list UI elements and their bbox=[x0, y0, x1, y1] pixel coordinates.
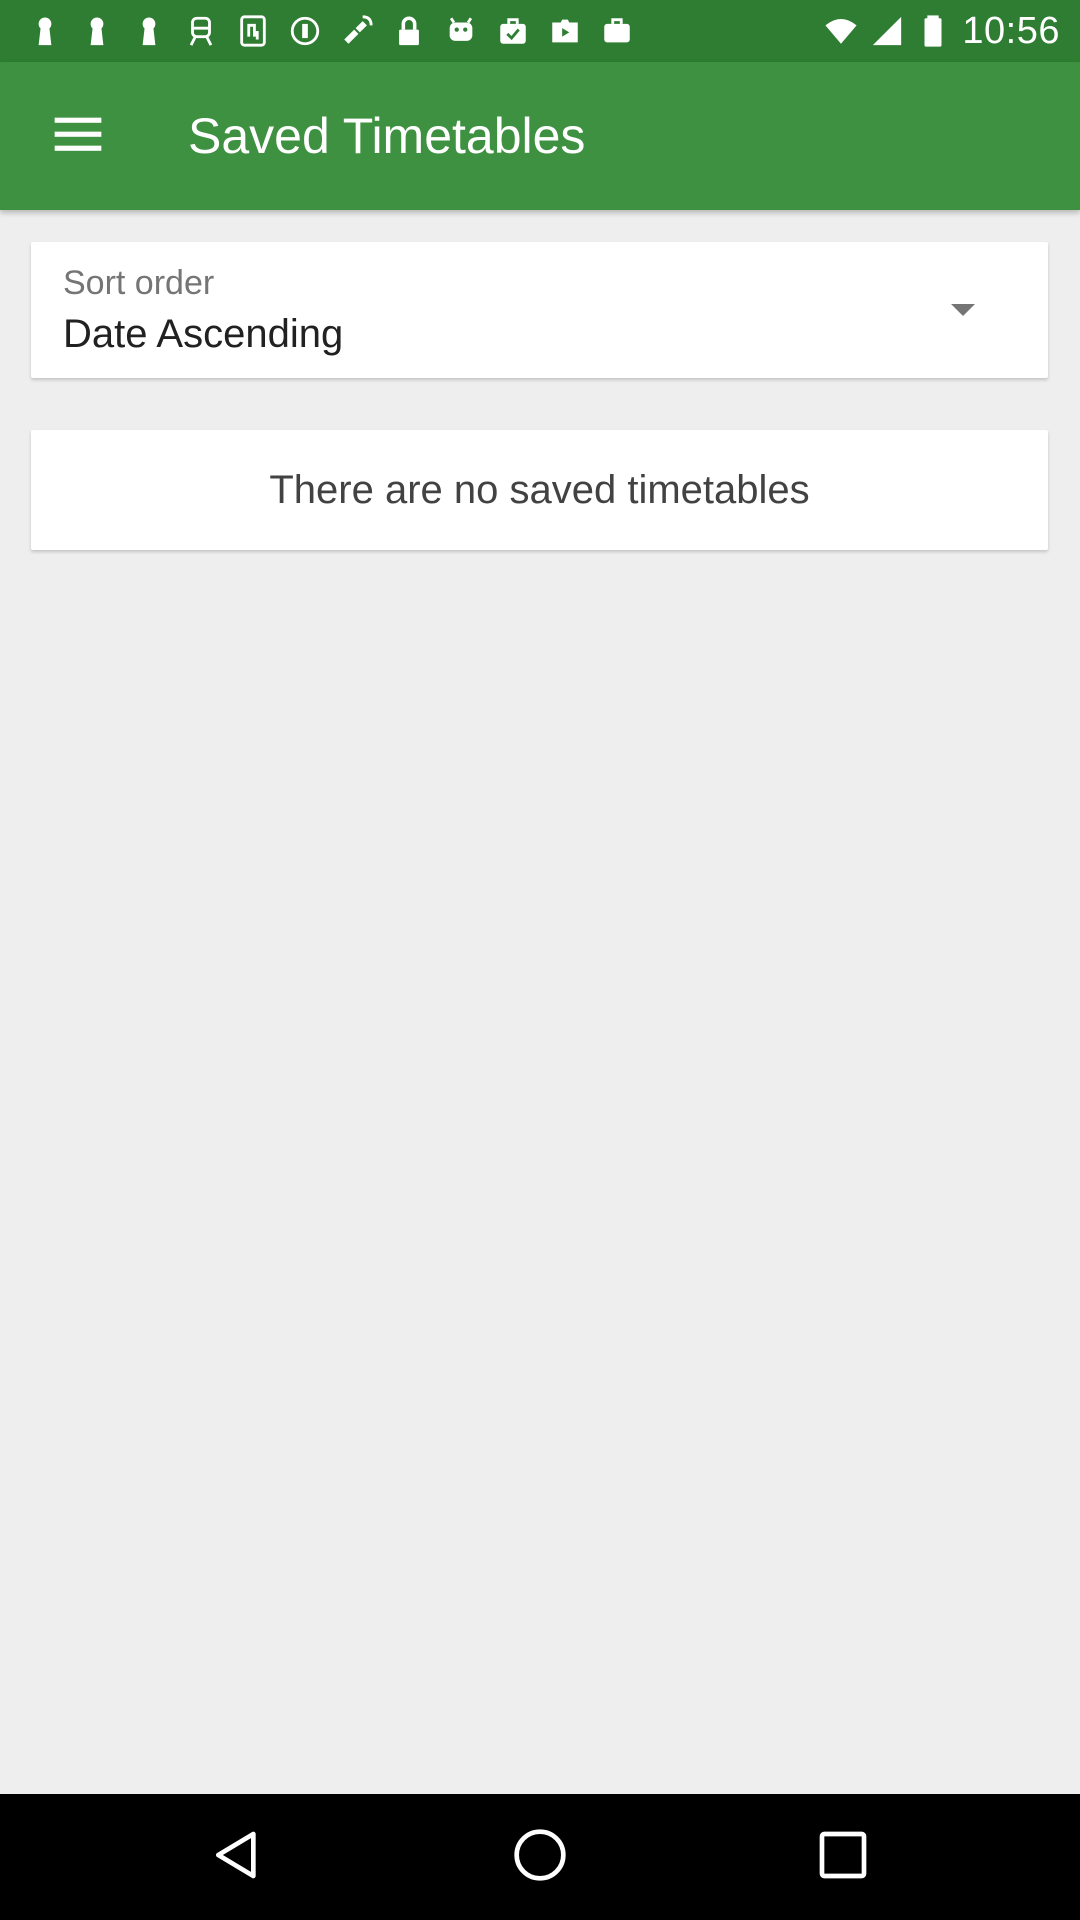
sort-order-dropdown[interactable]: Sort order Date Ascending bbox=[31, 242, 1048, 378]
keyhole-icon bbox=[132, 14, 166, 48]
info-circle-icon bbox=[288, 14, 322, 48]
keyhole-icon bbox=[28, 14, 62, 48]
sort-order-value: Date Ascending bbox=[63, 312, 344, 356]
checked-bag-icon bbox=[496, 14, 530, 48]
recents-square-icon bbox=[815, 1827, 871, 1888]
recents-button[interactable] bbox=[763, 1794, 923, 1920]
back-button[interactable] bbox=[157, 1794, 317, 1920]
status-right: 10:56 bbox=[824, 0, 1060, 62]
play-store-icon bbox=[548, 14, 582, 48]
battery-icon bbox=[916, 14, 950, 48]
wifi-icon bbox=[824, 14, 858, 48]
notification-icons bbox=[28, 0, 634, 62]
status-time: 10:56 bbox=[962, 9, 1060, 52]
briefcase-icon bbox=[600, 14, 634, 48]
page-title: Saved Timetables bbox=[188, 108, 586, 164]
sort-order-label: Sort order bbox=[63, 264, 215, 302]
navigation-bar bbox=[0, 1794, 1080, 1920]
fake-gps-icon bbox=[340, 14, 374, 48]
train-icon bbox=[184, 14, 218, 48]
back-triangle-icon bbox=[209, 1827, 265, 1888]
menu-button[interactable] bbox=[18, 62, 138, 210]
home-button[interactable] bbox=[460, 1794, 620, 1920]
empty-state-card: There are no saved timetables bbox=[31, 430, 1048, 550]
signal-icon bbox=[870, 14, 904, 48]
status-bar: 10:56 bbox=[0, 0, 1080, 62]
keyhole-icon bbox=[80, 14, 114, 48]
android-icon bbox=[444, 14, 478, 48]
empty-state-message: There are no saved timetables bbox=[269, 467, 810, 512]
app-bar: Saved Timetables bbox=[0, 62, 1080, 210]
hamburger-menu-icon bbox=[50, 106, 106, 167]
home-circle-icon bbox=[512, 1827, 568, 1888]
transit-card-icon bbox=[236, 14, 270, 48]
dropdown-arrow-icon bbox=[948, 300, 978, 320]
lock-icon bbox=[392, 14, 426, 48]
